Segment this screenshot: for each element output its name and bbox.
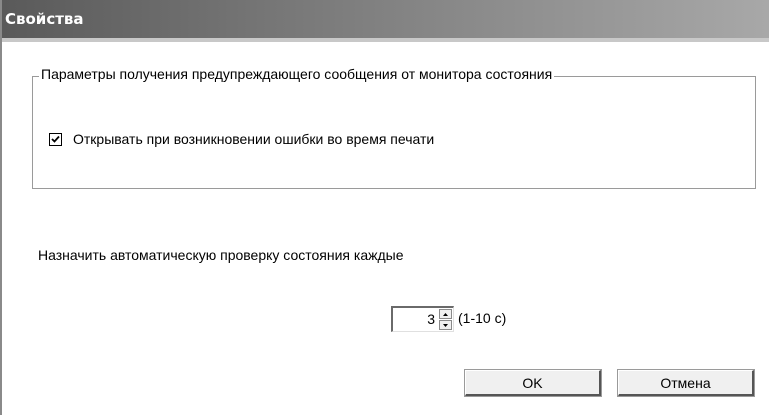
ok-button[interactable]: OK bbox=[464, 369, 602, 397]
open-on-error-checkbox[interactable] bbox=[49, 132, 62, 146]
spin-down-arrow-icon bbox=[443, 323, 448, 327]
window-title: Свойства bbox=[5, 10, 84, 28]
groupbox-legend: Параметры получения предупреждающего соо… bbox=[39, 66, 555, 82]
status-alert-groupbox: Параметры получения предупреждающего соо… bbox=[32, 66, 756, 189]
open-on-error-option[interactable]: Открывать при возникновении ошибки во вр… bbox=[49, 131, 434, 147]
cancel-button[interactable]: Отмена bbox=[617, 369, 755, 397]
auto-check-label: Назначить автоматическую проверку состоя… bbox=[38, 247, 404, 263]
spin-down-button[interactable] bbox=[439, 320, 452, 330]
open-on-error-label: Открывать при возникновении ошибки во вр… bbox=[73, 131, 435, 147]
check-interval-value[interactable]: 3 bbox=[427, 311, 435, 327]
interval-range-label: (1-10 с) bbox=[458, 310, 507, 326]
properties-dialog: Свойства Параметры получения предупрежда… bbox=[0, 0, 769, 415]
dialog-content: Параметры получения предупреждающего соо… bbox=[2, 42, 769, 415]
checkmark-icon bbox=[51, 135, 60, 143]
spin-up-button[interactable] bbox=[439, 309, 452, 319]
spin-up-arrow-icon bbox=[443, 312, 448, 316]
check-interval-spinner[interactable]: 3 bbox=[391, 306, 454, 332]
title-bar[interactable]: Свойства bbox=[2, 0, 769, 38]
